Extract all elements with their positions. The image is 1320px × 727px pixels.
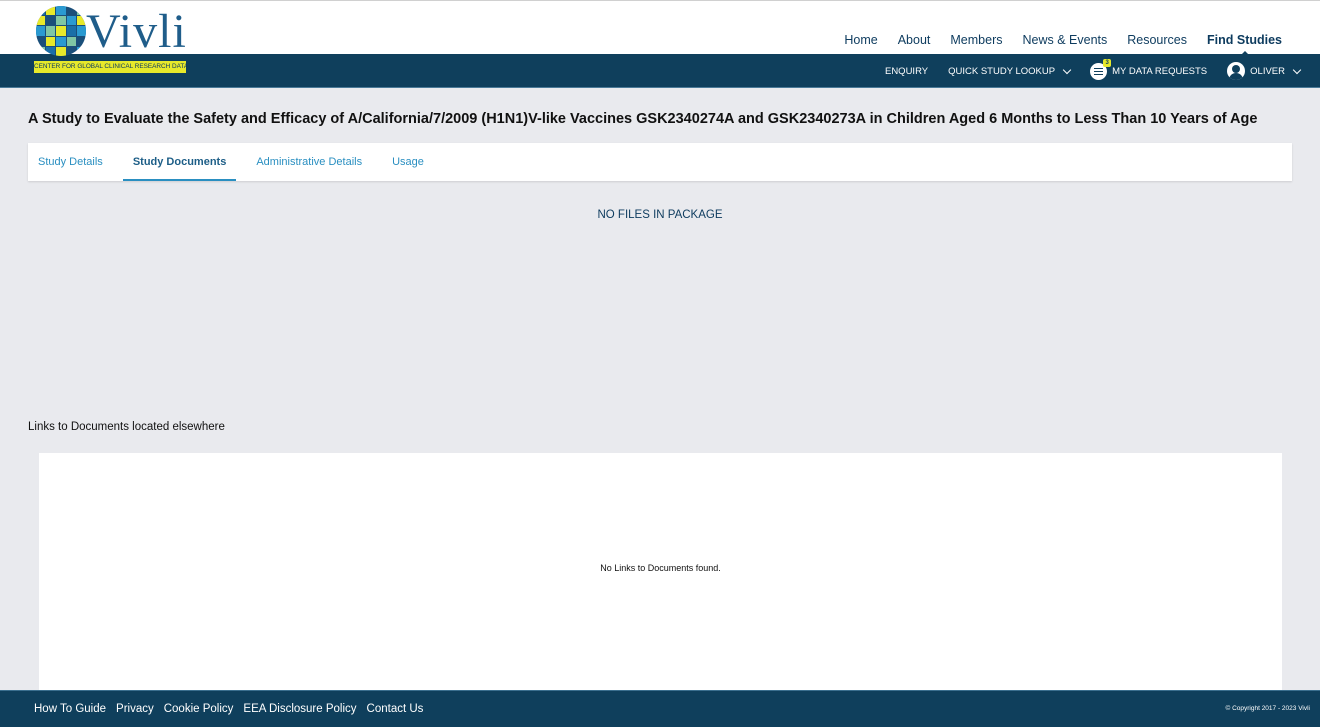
quick-study-lookup-dropdown[interactable]: QUICK STUDY LOOKUP <box>948 65 1072 77</box>
requests-badge: 3 <box>1103 58 1112 67</box>
sub-header: ENQUIRY QUICK STUDY LOOKUP 3 MY DATA REQ… <box>0 54 1320 88</box>
user-menu[interactable]: OLIVER <box>1227 62 1302 80</box>
footer-privacy[interactable]: Privacy <box>116 703 154 715</box>
nav-home[interactable]: Home <box>844 33 877 47</box>
copyright: © Copyright 2017 - 2023 Vivli <box>1225 705 1310 712</box>
user-name: OLIVER <box>1250 65 1285 77</box>
study-tabs: Study Details Study Documents Administra… <box>28 143 1292 181</box>
tab-usage[interactable]: Usage <box>382 143 434 181</box>
footer-how-to-guide[interactable]: How To Guide <box>34 703 106 715</box>
main-nav: Home About Members News & Events Resourc… <box>844 33 1282 57</box>
sub-nav: ENQUIRY QUICK STUDY LOOKUP 3 MY DATA REQ… <box>885 54 1302 88</box>
logo-tagline: CENTER FOR GLOBAL CLINICAL RESEARCH DATA <box>34 61 186 73</box>
enquiry-label: ENQUIRY <box>884 65 929 77</box>
footer-contact-us[interactable]: Contact Us <box>367 703 424 715</box>
tab-study-details[interactable]: Study Details <box>28 143 113 181</box>
links-heading: Links to Documents located elsewhere <box>28 421 225 433</box>
chevron-down-icon <box>1292 65 1302 74</box>
footer: How To Guide Privacy Cookie Policy EEA D… <box>0 690 1320 727</box>
footer-links: How To Guide Privacy Cookie Policy EEA D… <box>34 691 423 727</box>
top-header: Home About Members News & Events Resourc… <box>0 0 1320 57</box>
my-data-requests-label: MY DATA REQUESTS <box>1112 65 1208 77</box>
no-files-message: NO FILES IN PACKAGE <box>597 209 723 221</box>
enquiry-link[interactable]: ENQUIRY <box>885 66 928 77</box>
page-title: A Study to Evaluate the Safety and Effic… <box>28 111 1258 127</box>
nav-about[interactable]: About <box>898 33 931 47</box>
tab-study-documents[interactable]: Study Documents <box>122 143 237 181</box>
my-data-requests-link[interactable]: 3 MY DATA REQUESTS <box>1090 58 1208 80</box>
chevron-down-icon <box>1062 65 1072 74</box>
footer-eea-disclosure-policy[interactable]: EEA Disclosure Policy <box>243 703 356 715</box>
user-icon <box>1227 62 1246 80</box>
footer-cookie-policy[interactable]: Cookie Policy <box>164 703 234 715</box>
nav-news-events[interactable]: News & Events <box>1022 33 1107 47</box>
tab-administrative-details[interactable]: Administrative Details <box>246 143 372 181</box>
nav-members[interactable]: Members <box>950 33 1002 47</box>
links-panel: No Links to Documents found. <box>39 453 1282 693</box>
quick-study-lookup-label: QUICK STUDY LOOKUP <box>948 65 1056 77</box>
nav-find-studies[interactable]: Find Studies <box>1207 33 1282 57</box>
globe-logo-icon <box>36 6 86 56</box>
nav-resources[interactable]: Resources <box>1127 33 1187 47</box>
list-icon: 3 <box>1090 58 1112 80</box>
logo-wordmark: Vivli <box>86 5 187 58</box>
vivli-logo[interactable]: Vivli CENTER FOR GLOBAL CLINICAL RESEARC… <box>34 6 186 74</box>
links-empty-message: No Links to Documents found. <box>600 563 721 573</box>
